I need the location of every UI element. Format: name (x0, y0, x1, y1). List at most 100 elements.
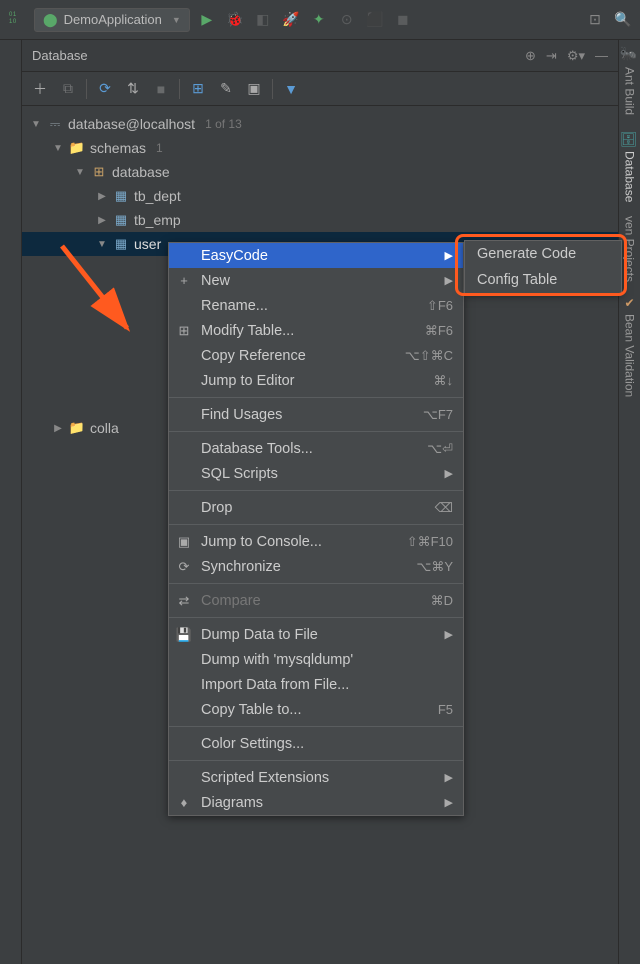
table-icon: ▦ (112, 212, 130, 228)
chevron-right-icon (52, 423, 64, 434)
folder-icon: 📁 (68, 420, 86, 436)
ctx-item-shortcut: ⌥⏎ (427, 441, 453, 457)
ctx-item-icon: ♦ (175, 795, 193, 810)
ctx-copy-reference[interactable]: Copy Reference⌥⇧⌘C (169, 343, 463, 368)
ctx-item-shortcut: F5 (438, 702, 453, 717)
ctx-import-data-from-file[interactable]: Import Data from File... (169, 672, 463, 697)
db-toolbar: ＋ ⧉ ⟳ ⇅ ■ ⊞ ✎ ▣ ▼ (22, 72, 618, 106)
ctx-item-label: Database Tools... (201, 441, 419, 457)
target-icon[interactable]: ⊕ (525, 48, 536, 64)
left-gutter (0, 40, 22, 964)
search-icon[interactable]: 🔍 (612, 9, 634, 31)
panel-title: Database (32, 48, 88, 63)
debug-icon[interactable]: 🐞 (224, 9, 246, 31)
ctx-easycode[interactable]: EasyCode▶ (169, 243, 463, 268)
datasource-icon: ⎓ (46, 116, 64, 132)
chevron-right-icon (96, 191, 108, 202)
ctx-find-usages[interactable]: Find Usages⌥F7 (169, 402, 463, 427)
ctx-jump-to-console[interactable]: ▣Jump to Console...⇧⌘F10 (169, 529, 463, 554)
ctx-copy-table-to[interactable]: Copy Table to... F5 (169, 697, 463, 722)
ctx-dump-data-to-file[interactable]: 💾Dump Data to File▶ (169, 622, 463, 647)
tree-schemas[interactable]: 📁 schemas 1 (22, 136, 618, 160)
binary-icon[interactable]: 0110 (6, 9, 28, 31)
submenu-config-table[interactable]: Config Table (465, 267, 621, 293)
tree-database[interactable]: ⊞ database (22, 160, 618, 184)
ctx-color-settings[interactable]: Color Settings... (169, 731, 463, 756)
sync-icon[interactable]: ⇅ (121, 77, 145, 101)
ctx-item-label: Import Data from File... (201, 677, 453, 693)
ctx-item-icon: ⟳ (175, 559, 193, 575)
ctx-item-icon: ⊞ (175, 323, 193, 339)
tree-root[interactable]: ⎓ database@localhost 1 of 13 (22, 112, 618, 136)
chevron-right-icon (96, 215, 108, 226)
trace-icon[interactable]: ✦ (308, 9, 330, 31)
refresh-icon[interactable]: ⟳ (93, 77, 117, 101)
side-tab-database[interactable]: 🗄 Database (622, 129, 638, 202)
ctx-item-label: Jump to Console... (201, 534, 399, 550)
side-tab-ant[interactable]: 🐜 Ant Build (622, 46, 638, 115)
ctx-new[interactable]: +New▶ (169, 268, 463, 293)
schema-icon: ⊞ (90, 164, 108, 180)
database-icon: 🗄 (622, 129, 638, 147)
attach-icon[interactable]: ⊙ (336, 9, 358, 31)
table-icon: ▦ (112, 188, 130, 204)
side-tab-maven[interactable]: ven Projects (623, 216, 637, 282)
edit-icon[interactable]: ✎ (214, 77, 238, 101)
table-view-icon[interactable]: ⊞ (186, 77, 210, 101)
ctx-synchronize[interactable]: ⟳ Synchronize ⌥⌘Y (169, 554, 463, 579)
ctx-item-label: Compare (201, 593, 423, 609)
context-submenu: Generate Code Config Table (464, 240, 622, 294)
chevron-right-icon: ▶ (445, 796, 453, 809)
stop-sync-icon[interactable]: ■ (149, 77, 173, 101)
tree-table-dept[interactable]: ▦ tb_dept (22, 184, 618, 208)
ctx-item-label: Rename... (201, 298, 419, 314)
run-config-label: DemoApplication (64, 12, 162, 27)
ctx-rename[interactable]: Rename...⇧F6 (169, 293, 463, 318)
ctx-jump-to-editor[interactable]: Jump to Editor⌘↓ (169, 368, 463, 393)
split-icon[interactable]: ⇥ (546, 48, 557, 64)
add-icon[interactable]: ＋ (28, 77, 52, 101)
chevron-right-icon: ▶ (445, 274, 453, 287)
ctx-item-label: Synchronize (201, 559, 408, 575)
ctx-item-label: Modify Table... (201, 323, 417, 339)
ctx-item-label: New (201, 273, 437, 289)
structure-icon[interactable]: ⊡ (584, 9, 606, 31)
side-tab-bean[interactable]: ✔ Bean Validation (623, 296, 637, 397)
ctx-dump-with-mysqldump[interactable]: Dump with 'mysqldump' (169, 647, 463, 672)
ctx-item-label: Scripted Extensions (201, 770, 437, 786)
stop-icon[interactable]: ⬛ (364, 9, 386, 31)
tree-table-emp[interactable]: ▦ tb_emp (22, 208, 618, 232)
run-config-selector[interactable]: ⬤ DemoApplication ▼ (34, 8, 190, 32)
filter-icon[interactable]: ▼ (279, 77, 303, 101)
chevron-right-icon: ▶ (445, 771, 453, 784)
minimize-icon[interactable]: — (595, 48, 608, 64)
ctx-modify-table[interactable]: ⊞Modify Table...⌘F6 (169, 318, 463, 343)
chevron-down-icon (30, 119, 42, 130)
submenu-generate-code[interactable]: Generate Code (465, 241, 621, 267)
ctx-item-label: Copy Table to... (201, 702, 430, 718)
chevron-down-icon (96, 239, 108, 250)
ctx-scripted-extensions[interactable]: Scripted Extensions ▶ (169, 765, 463, 790)
context-menu: EasyCode▶+New▶Rename...⇧F6⊞Modify Table.… (168, 242, 464, 816)
ctx-item-shortcut: ⌘↓ (434, 373, 454, 389)
gear-icon[interactable]: ⚙▾ (567, 48, 585, 64)
ctx-item-label: Dump Data to File (201, 627, 437, 643)
ctx-sql-scripts[interactable]: SQL Scripts▶ (169, 461, 463, 486)
ctx-item-label: Diagrams (201, 795, 437, 811)
coverage-icon[interactable]: ◧ (252, 9, 274, 31)
ctx-item-shortcut: ⌥F7 (423, 407, 453, 423)
stop2-icon[interactable]: ◼ (392, 9, 414, 31)
ant-icon: 🐜 (622, 46, 638, 63)
ctx-item-label: Copy Reference (201, 348, 397, 364)
ctx-item-label: SQL Scripts (201, 466, 437, 482)
ctx-item-icon: 💾 (175, 627, 193, 643)
copy-icon[interactable]: ⧉ (56, 77, 80, 101)
ctx-item-shortcut: ⌥⌘Y (416, 559, 453, 575)
profiler-icon[interactable]: 🚀 (280, 9, 302, 31)
ctx-item-shortcut: ⌘D (431, 593, 453, 609)
ctx-diagrams[interactable]: ♦ Diagrams ▶ (169, 790, 463, 815)
ctx-drop[interactable]: Drop⌫ (169, 495, 463, 520)
run-icon[interactable]: ▶ (196, 9, 218, 31)
ctx-database-tools[interactable]: Database Tools... ⌥⏎ (169, 436, 463, 461)
console-icon[interactable]: ▣ (242, 77, 266, 101)
